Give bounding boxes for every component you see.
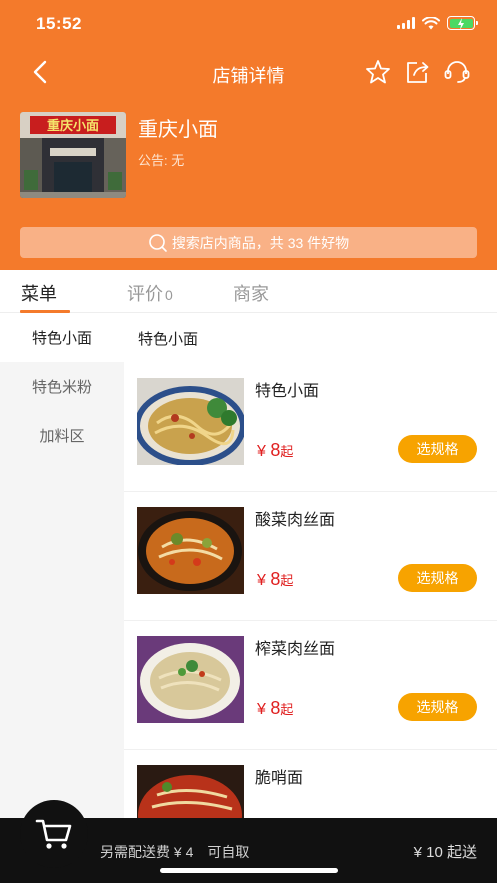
star-icon[interactable] (364, 58, 392, 86)
wifi-icon (422, 16, 440, 29)
food-item[interactable]: 酸菜肉丝面 ¥ 8起 选规格 (124, 492, 497, 621)
food-name: 酸菜肉丝面 (255, 512, 336, 529)
food-image (137, 636, 244, 723)
food-name: 特色小面 (255, 383, 320, 400)
food-item[interactable]: 脆哨面 (124, 750, 497, 818)
store-header: 15:52 店铺详情 重庆小面 重庆小面 公告: 无 搜索店内商品，共 33 件… (0, 0, 497, 270)
food-list: 特色小面 特色小面 ¥ 8起 选规格 酸菜肉丝面 ¥ 8起 选规格 榨菜肉丝面 … (124, 313, 497, 818)
food-name: 脆哨面 (255, 770, 304, 787)
food-image (137, 378, 244, 465)
store-name: 重庆小面 (138, 119, 218, 141)
store-sign-text: 重庆小面 (47, 118, 99, 134)
battery-icon (447, 16, 478, 30)
food-price: ¥ 8起 (257, 440, 294, 460)
food-name: 榨菜肉丝面 (255, 641, 336, 658)
status-time: 15:52 (36, 14, 82, 33)
category-item[interactable]: 特色小面 (0, 313, 124, 362)
food-price: ¥ 8起 (257, 569, 294, 589)
category-sidebar: 特色小面 特色米粉 加料区 (0, 313, 124, 818)
search-label: 搜索店内商品，共 33 件好物 (171, 234, 350, 251)
home-indicator (160, 868, 338, 873)
tab-reviews[interactable]: 评价 0 (127, 280, 173, 306)
select-spec-button[interactable]: 选规格 (398, 564, 477, 592)
delivery-info: 另需配送费 ¥ 4 可自取 (100, 844, 250, 860)
food-image (137, 507, 244, 594)
customer-service-icon[interactable] (443, 58, 471, 86)
status-icons (397, 16, 478, 30)
status-bar: 15:52 (0, 0, 497, 46)
tab-bar: 菜单 评价 0 商家 (0, 270, 497, 313)
cart-icon (35, 819, 72, 849)
cart-button[interactable] (20, 800, 88, 868)
food-image (137, 765, 244, 818)
food-item[interactable]: 特色小面 ¥ 8起 选规格 (124, 363, 497, 492)
food-price: ¥ 8起 (257, 698, 294, 718)
search-icon (149, 233, 167, 252)
food-item[interactable]: 榨菜肉丝面 ¥ 8起 选规格 (124, 621, 497, 750)
min-order-label: ¥ 10 起送 (413, 844, 477, 861)
store-search-bar[interactable]: 搜索店内商品，共 33 件好物 (20, 227, 477, 258)
select-spec-button[interactable]: 选规格 (398, 435, 477, 463)
store-notice: 公告: 无 (138, 153, 185, 168)
section-title: 特色小面 (138, 331, 199, 348)
select-spec-button[interactable]: 选规格 (398, 693, 477, 721)
tab-menu[interactable]: 菜单 (21, 280, 57, 306)
store-photo: 重庆小面 (20, 112, 126, 198)
category-item[interactable]: 特色米粉 (0, 362, 124, 411)
category-item[interactable]: 加料区 (0, 411, 124, 460)
nav-bar: 店铺详情 (0, 50, 497, 94)
share-icon[interactable] (403, 58, 431, 86)
tab-merchant[interactable]: 商家 (233, 280, 269, 306)
signal-icon (397, 17, 415, 29)
